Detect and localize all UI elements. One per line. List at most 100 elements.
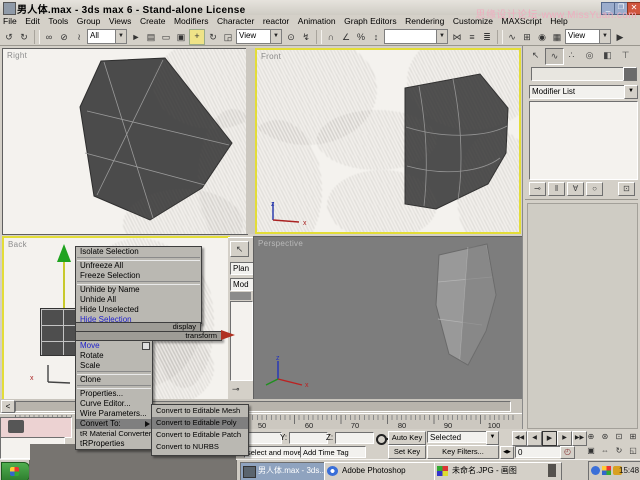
tab-create-icon[interactable]: ↖ xyxy=(230,241,249,257)
dropdown-arrow-icon[interactable]: ▼ xyxy=(486,431,499,445)
key-step-toggle-icon[interactable]: ◀▶ xyxy=(500,446,514,459)
dropdown-arrow-icon[interactable]: ▼ xyxy=(270,30,281,43)
schematic-view-icon[interactable]: ⊞ xyxy=(520,30,534,44)
menu-item-convert-editable-patch[interactable]: Convert to Editable Patch xyxy=(152,429,248,441)
y-coordinate-field[interactable] xyxy=(289,432,328,444)
tab-motion-icon[interactable]: ◎ xyxy=(581,48,598,63)
region-zoom-icon[interactable]: ▣ xyxy=(584,444,598,457)
menu-item-convert-editable-poly[interactable]: Convert to Editable Poly xyxy=(152,417,248,429)
select-by-name-icon[interactable]: ▤ xyxy=(144,30,158,44)
menu-character[interactable]: Character xyxy=(214,15,257,28)
select-scale-icon[interactable]: ◲ xyxy=(221,30,235,44)
menu-tools[interactable]: Tools xyxy=(45,15,71,28)
menu-item-isolate-selection[interactable]: Isolate Selection xyxy=(76,247,201,257)
menu-graph-editors[interactable]: Graph Editors xyxy=(341,15,399,28)
named-selection-dropdown[interactable]: ▼ xyxy=(384,29,448,44)
modifier-stack[interactable] xyxy=(230,301,253,381)
taskbar-item-paint[interactable]: 未命名.JPG - 画图 xyxy=(434,462,562,480)
undo-icon[interactable]: ↺ xyxy=(2,30,16,44)
settings-box-icon[interactable] xyxy=(142,342,150,350)
menu-views[interactable]: Views xyxy=(106,15,135,28)
viewport-perspective[interactable]: Perspective z x xyxy=(253,236,523,400)
dropdown-arrow-icon[interactable]: ▼ xyxy=(599,30,610,43)
zoom-all-icon[interactable]: ⊛ xyxy=(598,430,612,443)
dropdown-arrow-icon[interactable]: ▼ xyxy=(115,30,126,43)
menu-modifiers[interactable]: Modifiers xyxy=(171,15,211,28)
set-key-button[interactable]: Set Key xyxy=(388,445,426,459)
go-to-start-button[interactable]: ◀◀ xyxy=(512,431,527,446)
window-crossing-icon[interactable]: ▣ xyxy=(174,30,188,44)
track-scroll-left-button[interactable]: < xyxy=(1,400,15,413)
tab-utilities-icon[interactable]: ⊤ xyxy=(617,48,634,63)
next-frame-button[interactable]: ▶ xyxy=(557,431,572,446)
select-move-icon[interactable]: + xyxy=(189,29,205,45)
menu-item-rotate[interactable]: Rotate xyxy=(76,351,152,361)
angle-snap-icon[interactable]: ∠ xyxy=(339,30,353,44)
tab-display-icon[interactable]: ◧ xyxy=(599,48,616,63)
menu-item-clone[interactable]: Clone xyxy=(76,375,152,385)
zoom-extents-icon[interactable]: ⊡ xyxy=(612,430,626,443)
object-name-field[interactable]: Plan xyxy=(230,262,253,275)
select-manipulate-icon[interactable]: ↯ xyxy=(299,30,313,44)
viewport-right[interactable]: Right z y xyxy=(2,48,248,235)
select-rotate-icon[interactable]: ↻ xyxy=(206,30,220,44)
tab-hierarchy-icon[interactable]: ∴ xyxy=(563,48,580,63)
selection-filter-dropdown[interactable]: All▼ xyxy=(87,29,127,44)
pan-icon[interactable]: ⇔ xyxy=(598,444,612,457)
menu-item-tr-material-converter[interactable]: tR Material Converter xyxy=(76,429,152,439)
material-editor-icon[interactable]: ◉ xyxy=(535,30,549,44)
auto-key-button[interactable]: Auto Key xyxy=(388,431,426,445)
start-button[interactable] xyxy=(1,462,30,480)
previous-frame-button[interactable]: ◀ xyxy=(527,431,542,446)
snap-toggle-icon[interactable]: ∩ xyxy=(324,30,338,44)
z-coordinate-field[interactable] xyxy=(335,432,374,444)
object-color-swatch[interactable] xyxy=(623,67,637,81)
menu-item-convert-nurbs[interactable]: Convert to NURBS xyxy=(152,441,248,453)
modifier-stack-selected-row[interactable] xyxy=(230,292,251,300)
layer-manager-icon[interactable]: ≣ xyxy=(480,30,494,44)
bind-spacewarp-icon[interactable]: ≀ xyxy=(72,30,86,44)
tray-icon[interactable] xyxy=(602,466,611,475)
key-filters-button[interactable]: Key Filters... xyxy=(427,445,499,459)
viewport-label[interactable]: Right xyxy=(7,51,27,60)
taskbar-item-photoshop[interactable]: Adobe Photoshop xyxy=(324,462,451,480)
menu-item-move[interactable]: Move xyxy=(76,341,152,351)
gizmo-arrow-icon[interactable] xyxy=(57,244,71,262)
menu-item-unfreeze-all[interactable]: Unfreeze All xyxy=(76,261,201,271)
zoom-extents-all-icon[interactable]: ⊞ xyxy=(626,430,640,443)
spinner-snap-icon[interactable]: ↕ xyxy=(369,30,383,44)
show-end-result-icon[interactable]: ‖ xyxy=(548,182,565,196)
remove-modifier-icon[interactable]: ○ xyxy=(586,182,603,196)
configure-modifier-sets-icon[interactable]: ⊡ xyxy=(618,182,635,196)
ref-coord-dropdown[interactable]: View▼ xyxy=(236,29,282,44)
floating-command-panel[interactable]: ↖ Plan Mod ⊸ xyxy=(228,237,253,401)
menu-item-hide-unselected[interactable]: Hide Unselected xyxy=(76,305,201,315)
menu-edit[interactable]: Edit xyxy=(22,15,43,28)
menu-group[interactable]: Group xyxy=(74,15,104,28)
render-type-dropdown[interactable]: View▼ xyxy=(565,29,611,44)
menu-item-wire-parameters[interactable]: Wire Parameters... xyxy=(76,409,152,419)
menu-item-scale[interactable]: Scale xyxy=(76,361,152,371)
play-button[interactable]: ▶ xyxy=(542,431,557,446)
tab-create-icon[interactable]: ↖ xyxy=(527,48,544,63)
current-frame-field[interactable]: 0 xyxy=(515,446,561,458)
time-configuration-icon[interactable]: ◴ xyxy=(560,446,575,459)
viewport-label[interactable]: Perspective xyxy=(258,239,303,248)
menu-item-unhide-by-name[interactable]: Unhide by Name xyxy=(76,285,201,295)
render-scene-icon[interactable]: ▦ xyxy=(550,30,564,44)
dropdown-arrow-icon[interactable]: ▼ xyxy=(436,30,447,43)
menu-rendering[interactable]: Rendering xyxy=(402,15,447,28)
menu-item-properties[interactable]: Properties... xyxy=(76,389,152,399)
language-indicator[interactable] xyxy=(548,464,556,477)
tray-icon[interactable] xyxy=(591,466,600,475)
viewport-splitter[interactable] xyxy=(246,48,255,234)
menu-item-curve-editor[interactable]: Curve Editor... xyxy=(76,399,152,409)
align-icon[interactable]: ≡ xyxy=(465,30,479,44)
select-object-icon[interactable]: ► xyxy=(129,30,143,44)
curve-editor-icon[interactable]: ∿ xyxy=(505,30,519,44)
tab-modify-icon[interactable]: ∿ xyxy=(545,48,564,65)
mirror-icon[interactable]: ⋈ xyxy=(450,30,464,44)
menu-reactor[interactable]: reactor xyxy=(260,15,292,28)
pin-stack-icon[interactable]: ⊸ xyxy=(232,384,240,395)
viewport-front[interactable]: Front z x xyxy=(255,48,521,234)
